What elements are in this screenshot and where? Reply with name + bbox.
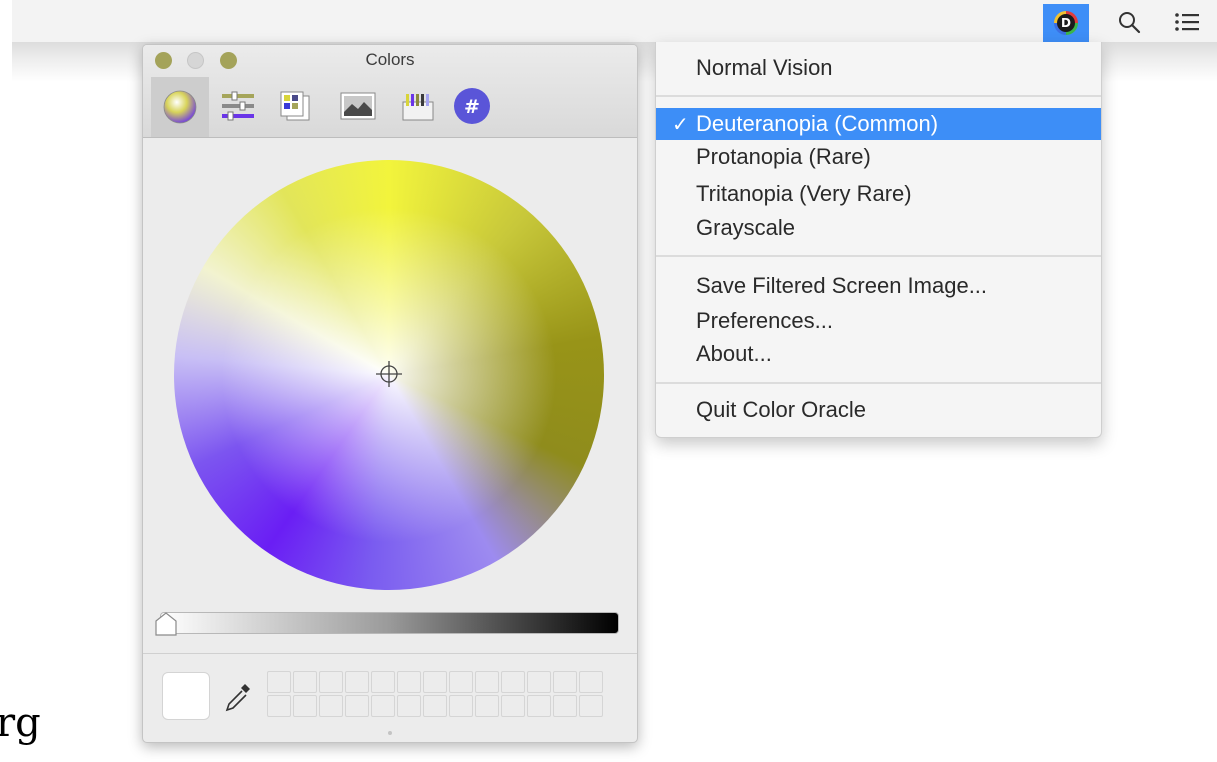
crosshair-icon[interactable]	[375, 360, 403, 388]
color-wheel-icon	[163, 90, 197, 124]
menu-item-label: About...	[696, 341, 772, 366]
resize-handle[interactable]	[388, 731, 392, 735]
swatch-cell[interactable]	[553, 695, 577, 717]
swatch-cell[interactable]	[527, 671, 551, 693]
color-sliders-tab[interactable]	[213, 85, 263, 127]
swatch-cell[interactable]	[527, 695, 551, 717]
swatch-cell[interactable]	[397, 671, 421, 693]
swatch-cell[interactable]	[293, 695, 317, 717]
menu-item-label: Protanopia (Rare)	[696, 144, 871, 169]
menu-item-label: Save Filtered Screen Image...	[696, 273, 988, 298]
menu-separator	[656, 255, 1101, 257]
swatch-cell[interactable]	[397, 695, 421, 717]
menu-item-preferences[interactable]: Preferences...	[656, 305, 1101, 337]
menu-item-normal-vision[interactable]: Normal Vision	[656, 52, 1101, 84]
menu-item-label: Preferences...	[696, 308, 833, 333]
swatch-cell[interactable]	[267, 695, 291, 717]
window-title: Colors	[365, 50, 415, 69]
swatch-cell[interactable]	[475, 695, 499, 717]
notification-list-icon[interactable]	[1170, 6, 1204, 38]
swatch-cell[interactable]	[293, 671, 317, 693]
color-oracle-app-icon: D	[1054, 11, 1078, 35]
image-palettes-tab[interactable]	[333, 85, 383, 127]
swatch-cell[interactable]	[501, 671, 525, 693]
swatch-cell[interactable]	[449, 671, 473, 693]
color-wheel-tab[interactable]	[151, 77, 209, 137]
swatch-cell[interactable]	[345, 695, 369, 717]
menu-item-protanopia[interactable]: Protanopia (Rare)	[656, 141, 1101, 173]
menu-separator	[656, 382, 1101, 384]
menu-item-about[interactable]: About...	[656, 338, 1101, 370]
swatch-cell[interactable]	[371, 671, 395, 693]
swatch-cell[interactable]	[423, 671, 447, 693]
brightness-slider-knob[interactable]	[154, 611, 178, 637]
hex-input-icon: #	[454, 88, 490, 124]
swatch-cell[interactable]	[449, 695, 473, 717]
swatch-cell[interactable]	[475, 671, 499, 693]
swatch-cell[interactable]	[345, 671, 369, 693]
color-oracle-menu-button[interactable]: D	[1043, 4, 1089, 42]
checkmark-icon: ✓	[672, 112, 689, 136]
window-titlebar: Colors #	[143, 45, 637, 138]
pencils-icon	[402, 94, 434, 121]
swatch-cell[interactable]	[501, 695, 525, 717]
app-icon-letter: D	[1057, 14, 1075, 32]
swatch-cell[interactable]	[579, 671, 603, 693]
menu-item-label: Grayscale	[696, 215, 796, 240]
menu-item-save-filtered-image[interactable]: Save Filtered Screen Image...	[656, 270, 1101, 302]
menu-item-label: Normal Vision	[696, 55, 833, 80]
menu-item-deuteranopia[interactable]: ✓ Deuteranopia (Common)	[656, 108, 1101, 140]
eyedropper-icon[interactable]	[223, 681, 253, 713]
colors-window: Colors #	[142, 44, 638, 743]
menu-item-quit[interactable]: Quit Color Oracle	[656, 394, 1101, 426]
search-icon[interactable]	[1112, 6, 1146, 38]
hex-input-tab[interactable]: #	[447, 85, 497, 127]
menu-item-tritanopia[interactable]: Tritanopia (Very Rare)	[656, 178, 1101, 210]
pencils-tab[interactable]	[393, 85, 443, 127]
menu-item-label: Deuteranopia (Common)	[696, 111, 939, 136]
swatch-cell[interactable]	[371, 695, 395, 717]
swatch-cell[interactable]	[579, 695, 603, 717]
menu-item-grayscale[interactable]: Grayscale	[656, 212, 1101, 244]
menu-item-label: Quit Color Oracle	[696, 397, 866, 422]
swatch-cell[interactable]	[553, 671, 577, 693]
swatch-cell[interactable]	[423, 695, 447, 717]
color-palettes-tab[interactable]	[271, 85, 321, 127]
color-sliders-icon	[222, 91, 254, 121]
brightness-slider[interactable]	[160, 612, 619, 634]
menu-item-label: Tritanopia (Very Rare)	[696, 181, 912, 206]
menu-separator	[656, 95, 1101, 97]
swatch-cell[interactable]	[319, 671, 343, 693]
swatch-divider	[143, 653, 637, 654]
current-color-swatch[interactable]	[162, 672, 210, 720]
hex-tool-label: #	[464, 96, 480, 118]
swatch-cell[interactable]	[267, 671, 291, 693]
cropped-background-text: rg	[0, 700, 41, 746]
color-oracle-menu: Normal Vision ✓ Deuteranopia (Common) Pr…	[655, 42, 1102, 438]
image-palettes-icon	[340, 92, 376, 120]
saved-swatches-grid	[267, 671, 603, 719]
swatch-cell[interactable]	[319, 695, 343, 717]
menu-bar	[12, 0, 1217, 42]
color-palettes-icon	[280, 91, 310, 121]
